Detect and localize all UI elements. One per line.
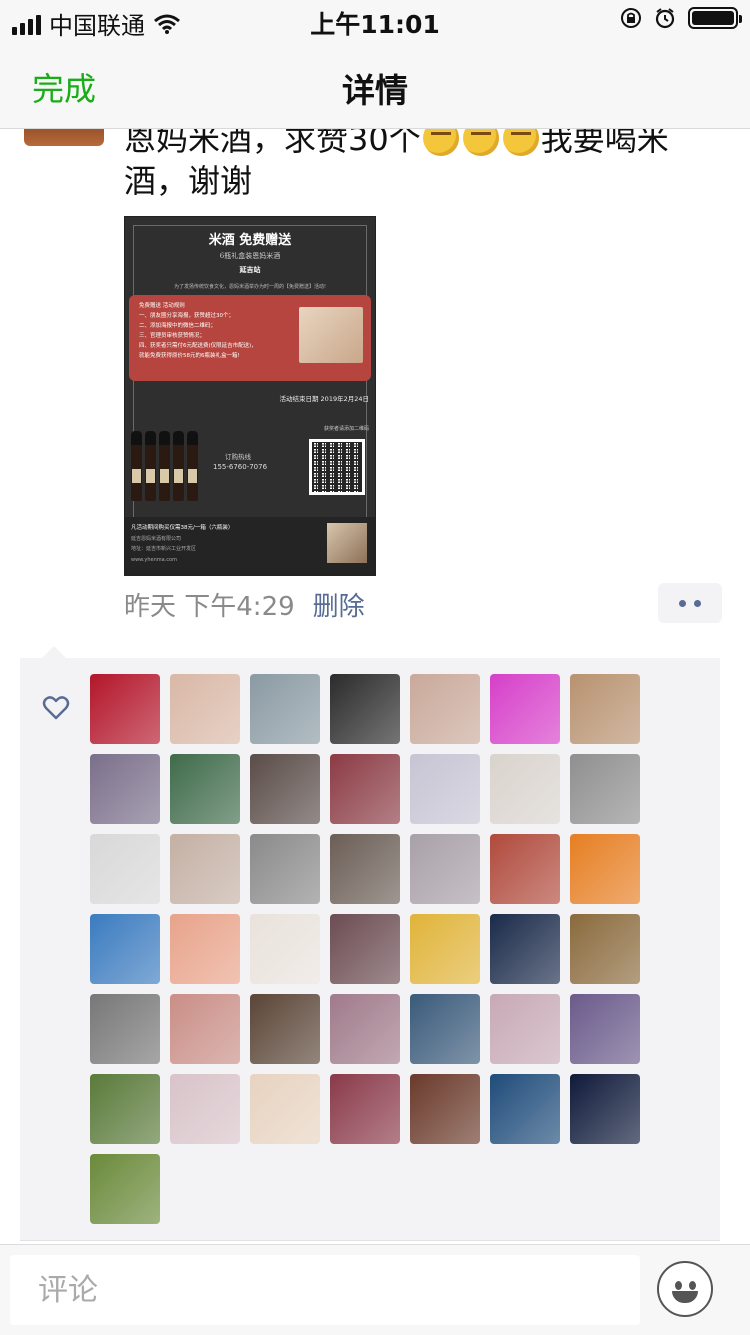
alarm-icon [655,8,675,29]
poster-title: 米酒 免费赠送 [208,233,292,248]
poster-phone: 155-6760-7076 [213,463,268,471]
post-meta: 昨天 下午4:29 删除 [124,586,365,623]
liker-avatar[interactable] [170,834,240,904]
poster-bottles-image [131,421,203,501]
liker-avatar[interactable] [250,754,320,824]
likes-panel [20,646,720,1240]
liker-avatar[interactable] [570,994,640,1064]
liker-avatar[interactable] [170,914,240,984]
liker-avatar[interactable] [570,1074,640,1144]
liker-avatar[interactable] [90,994,160,1064]
liker-avatar[interactable] [570,674,640,744]
liker-avatar[interactable] [250,994,320,1064]
liker-avatar[interactable] [170,674,240,744]
poster-qr-label: 获奖者请添加二维码 [323,426,369,432]
poster-end-date: 活动结束日期 2019年2月24日 [279,395,369,403]
poster-rules: 免费赠送 活动规则 一、朋友圈分享海报，获赞超过30个； 二、添加海报中的微信二… [139,303,257,359]
liker-avatar[interactable] [90,754,160,824]
liker-avatar[interactable] [330,994,400,1064]
poster-footer-address: 地址：延吉市新兴工业开发区 [131,546,197,552]
liker-avatar[interactable] [250,1074,320,1144]
comment-input[interactable] [10,1255,640,1325]
comment-bar [0,1244,750,1335]
liker-avatar[interactable] [490,994,560,1064]
liker-avatar[interactable] [570,914,640,984]
liker-avatar[interactable] [570,754,640,824]
emoji-eye [689,1281,696,1290]
liker-avatar[interactable] [410,914,480,984]
poster-rules-panel: 免费赠送 活动规则 一、朋友圈分享海报，获赞超过30个； 二、添加海报中的微信二… [129,295,371,381]
liker-avatar[interactable] [330,1074,400,1144]
emoji-button[interactable] [657,1261,713,1317]
liker-avatar[interactable] [250,914,320,984]
liker-avatar[interactable] [250,834,320,904]
liker-avatar[interactable] [490,1074,560,1144]
post-time: 昨天 下午4:29 [124,592,295,622]
liker-avatar[interactable] [170,754,240,824]
heart-icon [42,696,70,720]
liker-avatar[interactable] [490,674,560,744]
liker-avatar-grid [90,674,650,1224]
post-text: 恩妈米酒，求赞30个 我要喝米酒，谢谢 [124,118,724,202]
qr-code-icon [309,439,365,495]
battery-icon [688,7,742,29]
poster-subtitle: 6瓶礼盒装恩妈米酒 [219,252,281,260]
poster-footer-company: 延吉恩妈米酒有限公司 [131,536,182,542]
liker-avatar[interactable] [330,914,400,984]
liker-avatar[interactable] [90,1154,160,1224]
liker-avatar[interactable] [490,754,560,824]
divider [20,1240,720,1241]
liker-avatar[interactable] [570,834,640,904]
liker-avatar[interactable] [410,834,480,904]
poster-location: 延吉站 [239,266,261,274]
delete-link[interactable]: 删除 [313,592,365,622]
liker-avatar[interactable] [330,754,400,824]
liker-avatar[interactable] [330,674,400,744]
poster-phone-label: 订购热线 [225,453,251,461]
status-bar: 中国联通 上午11:01 [0,0,750,40]
poster-footer-photo [327,523,367,563]
poster-description: 为了发扬传统饮食文化，恩妈米酒举办为时一周的【免费赠送】活动! [173,284,326,290]
liker-avatar[interactable] [490,914,560,984]
poster-footer-main: 凡活动期间购买仅需38元/一箱（六瓶装） [131,525,234,531]
liker-avatar[interactable] [90,1074,160,1144]
liker-avatar[interactable] [410,1074,480,1144]
liker-avatar[interactable] [330,834,400,904]
poster-footer-website: www.yhenma.com [131,557,177,563]
liker-avatar[interactable] [170,1074,240,1144]
poster-product-photo [299,307,363,363]
liker-avatar[interactable] [490,834,560,904]
nav-bar: 完成 详情 [0,40,750,129]
emoji-mouth [672,1291,698,1303]
page-title: 详情 [342,71,408,110]
more-actions-button[interactable] [658,583,722,623]
liker-avatar[interactable] [90,834,160,904]
liker-avatar[interactable] [90,674,160,744]
liker-avatar[interactable] [410,994,480,1064]
post-image[interactable]: 米酒 免费赠送 6瓶礼盒装恩妈米酒 延吉站 为了发扬传统饮食文化，恩妈米酒举办为… [124,216,376,576]
orientation-lock-icon [621,8,641,28]
poster-footer: 凡活动期间购买仅需38元/一箱（六瓶装） 延吉恩妈米酒有限公司 地址：延吉市新兴… [125,517,375,575]
liker-avatar[interactable] [90,914,160,984]
emoji-eye [675,1281,682,1290]
liker-avatar[interactable] [250,674,320,744]
liker-avatar[interactable] [170,994,240,1064]
liker-avatar[interactable] [410,754,480,824]
liker-avatar[interactable] [410,674,480,744]
status-right [620,7,742,29]
